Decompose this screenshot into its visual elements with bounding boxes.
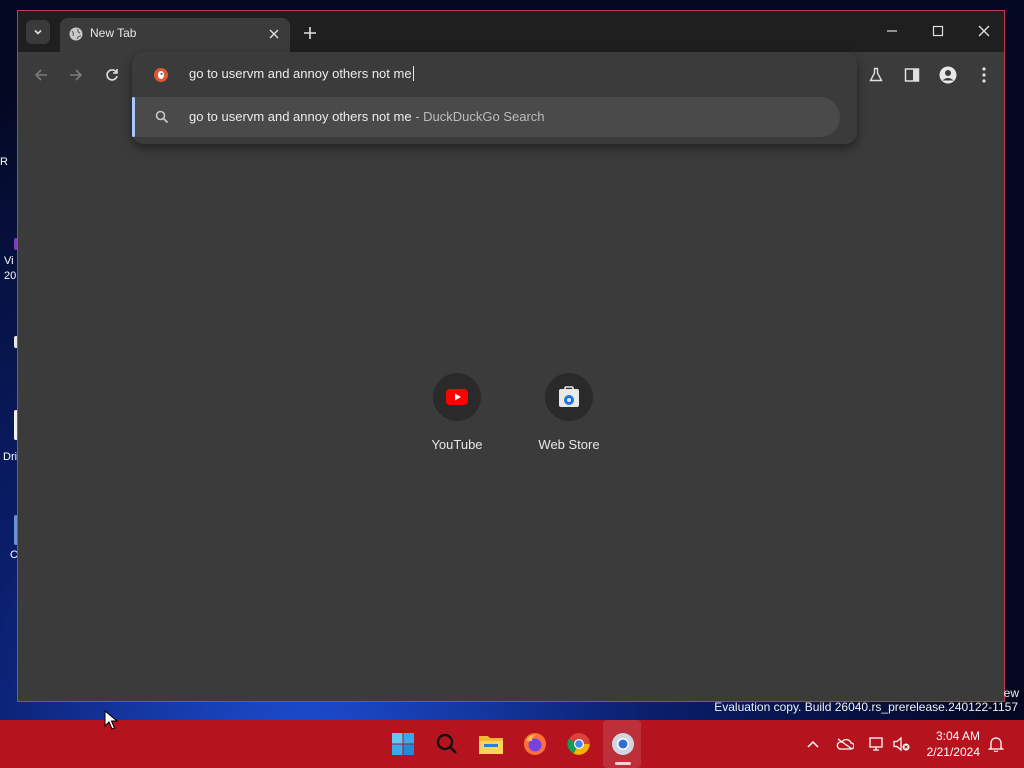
- omnibox-dropdown: go to uservm and annoy others not me go …: [132, 52, 857, 144]
- clock-date: 2/21/2024: [926, 745, 980, 759]
- chevron-down-icon: [34, 29, 42, 35]
- tab-close-button[interactable]: [266, 26, 282, 42]
- firefox-button[interactable]: [521, 730, 549, 758]
- chrome-canary-button[interactable]: [609, 730, 637, 758]
- omnibox[interactable]: go to uservm and annoy others not me: [132, 52, 857, 98]
- title-bar: New Tab: [18, 11, 1004, 52]
- reload-button[interactable]: [101, 64, 123, 86]
- network-icon: [869, 737, 883, 751]
- globe-icon: [69, 27, 83, 41]
- duckduckgo-icon: [154, 68, 168, 82]
- shortcut-label: YouTube: [431, 437, 483, 452]
- tab-title: New Tab: [90, 26, 137, 40]
- back-button[interactable]: [30, 64, 52, 86]
- side-panel-button[interactable]: [901, 64, 923, 86]
- onedrive-button[interactable]: [835, 734, 855, 754]
- desktop-icon-label: 20: [4, 270, 17, 282]
- mouse-cursor-icon: [104, 710, 118, 730]
- minimize-button[interactable]: [880, 21, 904, 41]
- suggestion-selected-accent: [132, 97, 135, 137]
- shortcut-label: Web Store: [538, 437, 600, 452]
- youtube-icon: [446, 389, 468, 405]
- show-hidden-icons-button[interactable]: [803, 734, 823, 754]
- chrome-button[interactable]: [565, 730, 593, 758]
- tab-search-button[interactable]: [26, 20, 50, 44]
- maximize-button[interactable]: [926, 21, 950, 41]
- start-icon: [392, 733, 414, 755]
- shortcut-web-store[interactable]: Web Store: [524, 373, 614, 463]
- text-caret: [412, 66, 414, 81]
- shortcut-icon-circle: [545, 373, 593, 421]
- profile-icon: [939, 66, 957, 84]
- volume-muted-icon: [893, 736, 910, 752]
- search-icon: [436, 733, 457, 754]
- side-panel-icon: [904, 68, 920, 82]
- suggestion-description: - DuckDuckGo Search: [411, 109, 545, 124]
- browser-window: New Tab YouTube Web Store go to uservm a…: [17, 10, 1005, 702]
- notification-icon: [988, 737, 1004, 752]
- labs-flask-icon: [869, 67, 883, 82]
- shortcut-youtube[interactable]: YouTube: [412, 373, 502, 463]
- web-store-icon: [559, 386, 579, 407]
- file-explorer-icon: [479, 736, 503, 754]
- notification-button[interactable]: [986, 734, 1006, 754]
- omnibox-suggestion[interactable]: go to uservm and annoy others not me - D…: [132, 97, 840, 137]
- profile-button[interactable]: [937, 64, 959, 86]
- clock-time: 3:04 AM: [935, 729, 980, 743]
- search-icon: [155, 110, 169, 124]
- desktop-icon-label: Dri: [3, 451, 18, 463]
- forward-icon: [70, 69, 83, 81]
- volume-button[interactable]: [892, 734, 912, 754]
- close-icon: [269, 29, 279, 39]
- chrome-canary-icon: [612, 733, 634, 755]
- taskbar-search-button[interactable]: [433, 730, 461, 758]
- desktop-icon-label: R: [0, 156, 8, 168]
- labs-button[interactable]: [865, 64, 887, 86]
- omnibox-value: go to uservm and annoy others not me: [189, 66, 412, 81]
- menu-icon: [982, 67, 986, 83]
- chevron-up-icon: [807, 740, 819, 748]
- firefox-icon: [524, 733, 546, 755]
- forward-button[interactable]: [65, 64, 87, 86]
- desktop-icon-label: Vi: [4, 255, 14, 267]
- network-button[interactable]: [867, 734, 887, 754]
- plus-icon: [304, 27, 316, 39]
- active-app-indicator: [615, 762, 631, 765]
- omnibox-input[interactable]: go to uservm and annoy others not me: [189, 66, 414, 81]
- back-icon: [34, 69, 47, 81]
- onedrive-icon: [836, 738, 854, 750]
- chrome-icon: [567, 733, 590, 755]
- evaluation-watermark: Evaluation copy. Build 26040.rs_prerelea…: [714, 700, 1018, 714]
- watermark-fragment: ew: [1003, 686, 1019, 700]
- start-button[interactable]: [389, 730, 417, 758]
- shortcut-icon-circle: [433, 373, 481, 421]
- close-icon: [978, 25, 990, 37]
- suggestion-query: go to uservm and annoy others not me: [189, 109, 412, 124]
- taskbar: 3:04 AM 2/21/2024: [0, 720, 1024, 768]
- maximize-icon: [932, 25, 944, 37]
- reload-icon: [106, 69, 118, 81]
- minimize-icon: [887, 30, 897, 32]
- new-tab-button[interactable]: [300, 23, 320, 43]
- tab-new-tab[interactable]: New Tab: [60, 18, 290, 52]
- menu-button[interactable]: [973, 64, 995, 86]
- file-explorer-button[interactable]: [477, 730, 505, 758]
- taskbar-clock[interactable]: 3:04 AM 2/21/2024: [927, 728, 980, 760]
- suggestion-text: go to uservm and annoy others not me - D…: [189, 109, 545, 124]
- close-window-button[interactable]: [972, 21, 996, 41]
